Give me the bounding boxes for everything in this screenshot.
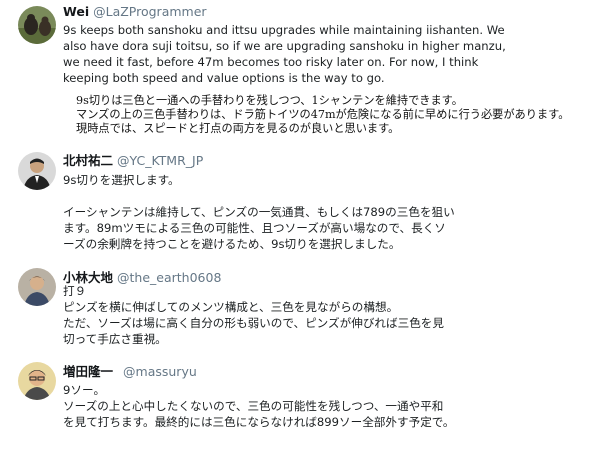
tweet-text-line: ーズの余剰牌を持つことを避けるため、9s切りを選択しました。 xyxy=(63,237,401,251)
author-handle[interactable]: @the_earth0608 xyxy=(117,270,221,285)
avatar[interactable] xyxy=(18,362,56,400)
tweet-text-line: 9s keeps both sanshoku and ittsu upgrade… xyxy=(63,23,505,37)
translation-line: 現時点では、スピードと打点の両方を見るのが良いと思います。 xyxy=(76,122,400,135)
tweet-text-line: ソーズの上と心中したくないので、三色の可能性を残しつつ、一通や平和 xyxy=(63,399,444,413)
tweet-text-line: also have dora suji toitsu, so if we are… xyxy=(63,39,506,53)
tweet-text-line: 打９ xyxy=(63,284,87,298)
tweet-text-line: イーシャンテンは維持して、ピンズの一気通貫、もしくは789の三色を狙い xyxy=(63,205,455,219)
author-name[interactable]: 小林大地 xyxy=(63,270,113,285)
author-handle[interactable]: @massuryu xyxy=(123,364,197,379)
tweet-text-line: ピンズを横に伸ばしてのメンツ構成と、三色を見ながらの構想。 xyxy=(63,300,399,314)
translation-line: 9s切りは三色と一通への手替わりを残しつつ、1シャンテンを維持できます。 xyxy=(76,94,463,107)
author-name[interactable]: Wei xyxy=(63,4,89,19)
translation-line: マンズの上の三色手替わりは、ドラ筋トイツの47mが危険になる前に早めに行う必要が… xyxy=(76,108,570,121)
man-with-glasses-avatar-icon xyxy=(18,362,56,400)
tweet-text-line: ただ、ソーズは場に高く自分の形も弱いので、ピンズが伸びれば三色を見 xyxy=(63,316,444,330)
avatar[interactable] xyxy=(18,152,56,190)
author-name[interactable]: 増田隆一 xyxy=(63,364,113,379)
tweet-text-line: 切って手広さ重視。 xyxy=(63,332,167,346)
tweet-text-line: 9ソー。 xyxy=(63,383,106,397)
bear-photo-avatar-icon xyxy=(18,6,56,44)
man-in-suit-avatar-icon xyxy=(18,152,56,190)
tweet-text-line: を見て打ちます。最終的には三色にならなければ899ソー全部外す予定で。 xyxy=(63,415,455,429)
author-handle[interactable]: @YC_KTMR_JP xyxy=(117,153,203,168)
author-name[interactable]: 北村祐二 xyxy=(63,153,113,168)
avatar[interactable] xyxy=(18,268,56,306)
tweet-text-line: we need it fast, before 47m becomes too … xyxy=(63,55,479,69)
author-handle[interactable]: @LaZProgrammer xyxy=(93,4,206,19)
tweet-text-line: 9s切りを選択します。 xyxy=(63,173,180,187)
tweet-text-line: ます。89mツモによる三色の可能性、且つソーズが高い場なので、長くソ xyxy=(63,221,446,235)
avatar[interactable] xyxy=(18,6,56,44)
tweet-text-line: keeping both speed and value options is … xyxy=(63,71,385,85)
person-portrait-avatar-icon xyxy=(18,268,56,306)
